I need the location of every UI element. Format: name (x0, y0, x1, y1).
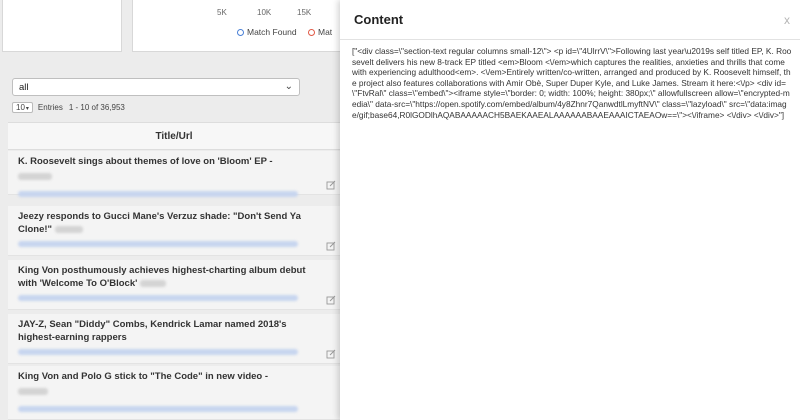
edit-icon[interactable] (326, 349, 336, 359)
table-row[interactable]: King Von posthumously achieves highest-c… (8, 260, 340, 310)
row-title: K. Roosevelt sings about themes of love … (18, 156, 273, 167)
column-header-title-url[interactable]: Title/Url (8, 122, 340, 150)
blurred-source (18, 388, 48, 396)
tick-label: 5K (217, 8, 227, 17)
row-title: King Von and Polo G stick to "The Code" … (18, 371, 269, 382)
modal-title: Content (354, 12, 404, 27)
chart-legend: Match Found Mat (237, 27, 341, 37)
blurred-source (54, 225, 83, 233)
pagination-info: 1 - 10 of 36,953 (68, 103, 125, 112)
tick-label: 15K (297, 8, 312, 17)
table-row[interactable]: K. Roosevelt sings about themes of love … (8, 151, 340, 197)
blurred-source (140, 279, 167, 287)
legend-item-match-found[interactable]: Match Found (237, 27, 297, 37)
edit-icon[interactable] (326, 180, 336, 190)
row-title: Jeezy responds to Gucci Mane's Verzuz sh… (18, 211, 301, 235)
filter-select[interactable]: all ⌄ (12, 78, 300, 96)
legend-item-second[interactable]: Mat (308, 27, 332, 37)
tick-label: 10K (257, 8, 272, 17)
filter-value: all (19, 82, 29, 93)
edit-icon[interactable] (326, 241, 336, 251)
close-icon[interactable]: x (784, 13, 790, 27)
entries-label: Entries (37, 103, 63, 112)
row-title: King Von posthumously achieves highest-c… (18, 265, 306, 289)
summary-card (2, 0, 122, 52)
blurred-source (18, 173, 52, 181)
row-url[interactable] (18, 349, 298, 355)
table-row[interactable]: Jeezy responds to Gucci Mane's Verzuz sh… (8, 206, 340, 256)
row-url[interactable] (18, 295, 298, 301)
row-title: JAY-Z, Sean "Diddy" Combs, Kendrick Lama… (18, 319, 287, 343)
row-url[interactable] (18, 406, 298, 412)
circle-marker-icon (237, 29, 244, 36)
modal-header: Content x (340, 0, 800, 40)
edit-icon[interactable] (326, 295, 336, 305)
circle-marker-icon (308, 29, 315, 36)
chevron-down-icon: ⌄ (284, 81, 293, 92)
content-text: ["<div class=\"section-text regular colu… (352, 46, 792, 120)
table-row[interactable]: King Von and Polo G stick to "The Code" … (8, 366, 340, 420)
page-size-select[interactable]: 10▾ (12, 102, 33, 113)
pagination-bar: 10▾ Entries 1 - 10 of 36,953 (12, 102, 125, 113)
row-url[interactable] (18, 191, 298, 197)
table-row[interactable]: JAY-Z, Sean "Diddy" Combs, Kendrick Lama… (8, 314, 340, 364)
row-url[interactable] (18, 241, 298, 247)
content-modal: Content x ["<div class=\"section-text re… (340, 0, 800, 420)
